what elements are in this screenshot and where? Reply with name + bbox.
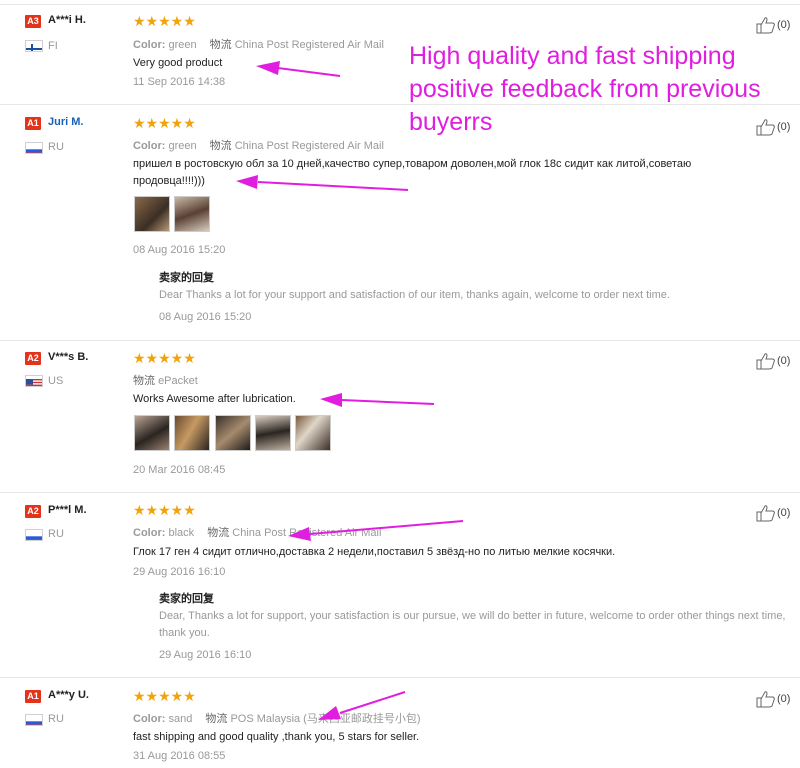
arrow-shape (257, 181, 409, 191)
arrow-head (288, 527, 311, 541)
arrow-head (256, 61, 280, 75)
arrow-shape (341, 399, 435, 405)
arrow-head (318, 706, 341, 720)
arrow-shape (277, 67, 341, 77)
annotation-arrow (236, 61, 464, 720)
arrow-shape (309, 520, 464, 535)
arrow-head (320, 393, 342, 407)
arrow-head (236, 175, 258, 189)
arrow-shape (339, 691, 406, 714)
